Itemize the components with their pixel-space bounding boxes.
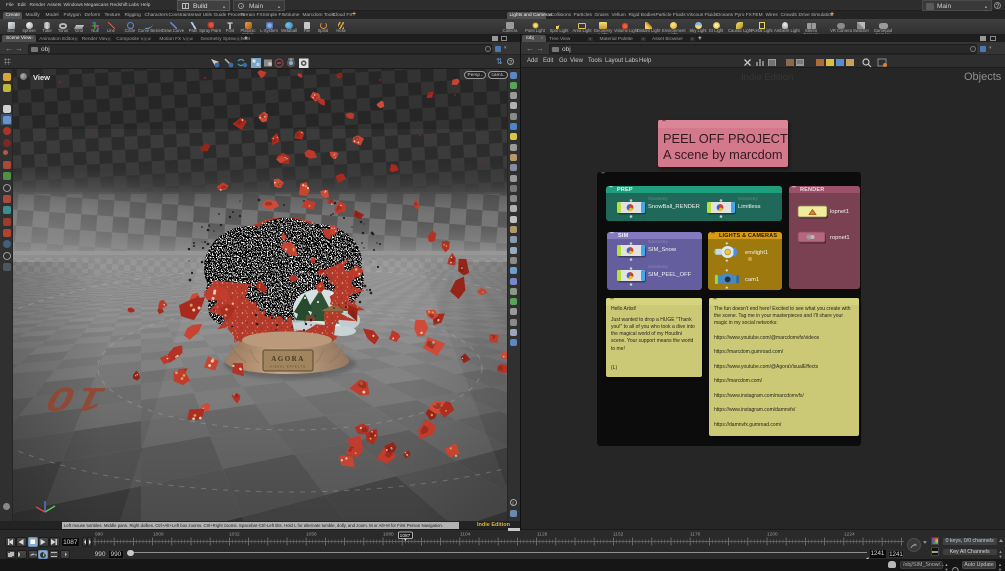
svg-text:1104: 1104 (460, 532, 471, 538)
svg-text:AGORA: AGORA (271, 355, 305, 363)
svg-text:1152: 1152 (613, 532, 624, 538)
svg-text:1200: 1200 (767, 532, 778, 538)
svg-text:1008: 1008 (153, 532, 164, 538)
svg-text:1176: 1176 (690, 532, 701, 538)
svg-text:1056: 1056 (306, 532, 317, 538)
svg-text:990: 990 (95, 532, 103, 538)
svg-text:1087: 1087 (400, 533, 411, 539)
svg-text:1032: 1032 (229, 532, 240, 538)
svg-text:VISUAL EFFECTS: VISUAL EFFECTS (270, 365, 306, 369)
svg-text:1224: 1224 (844, 532, 855, 538)
svg-text:1080: 1080 (383, 532, 394, 538)
svg-text:1128: 1128 (537, 532, 548, 538)
